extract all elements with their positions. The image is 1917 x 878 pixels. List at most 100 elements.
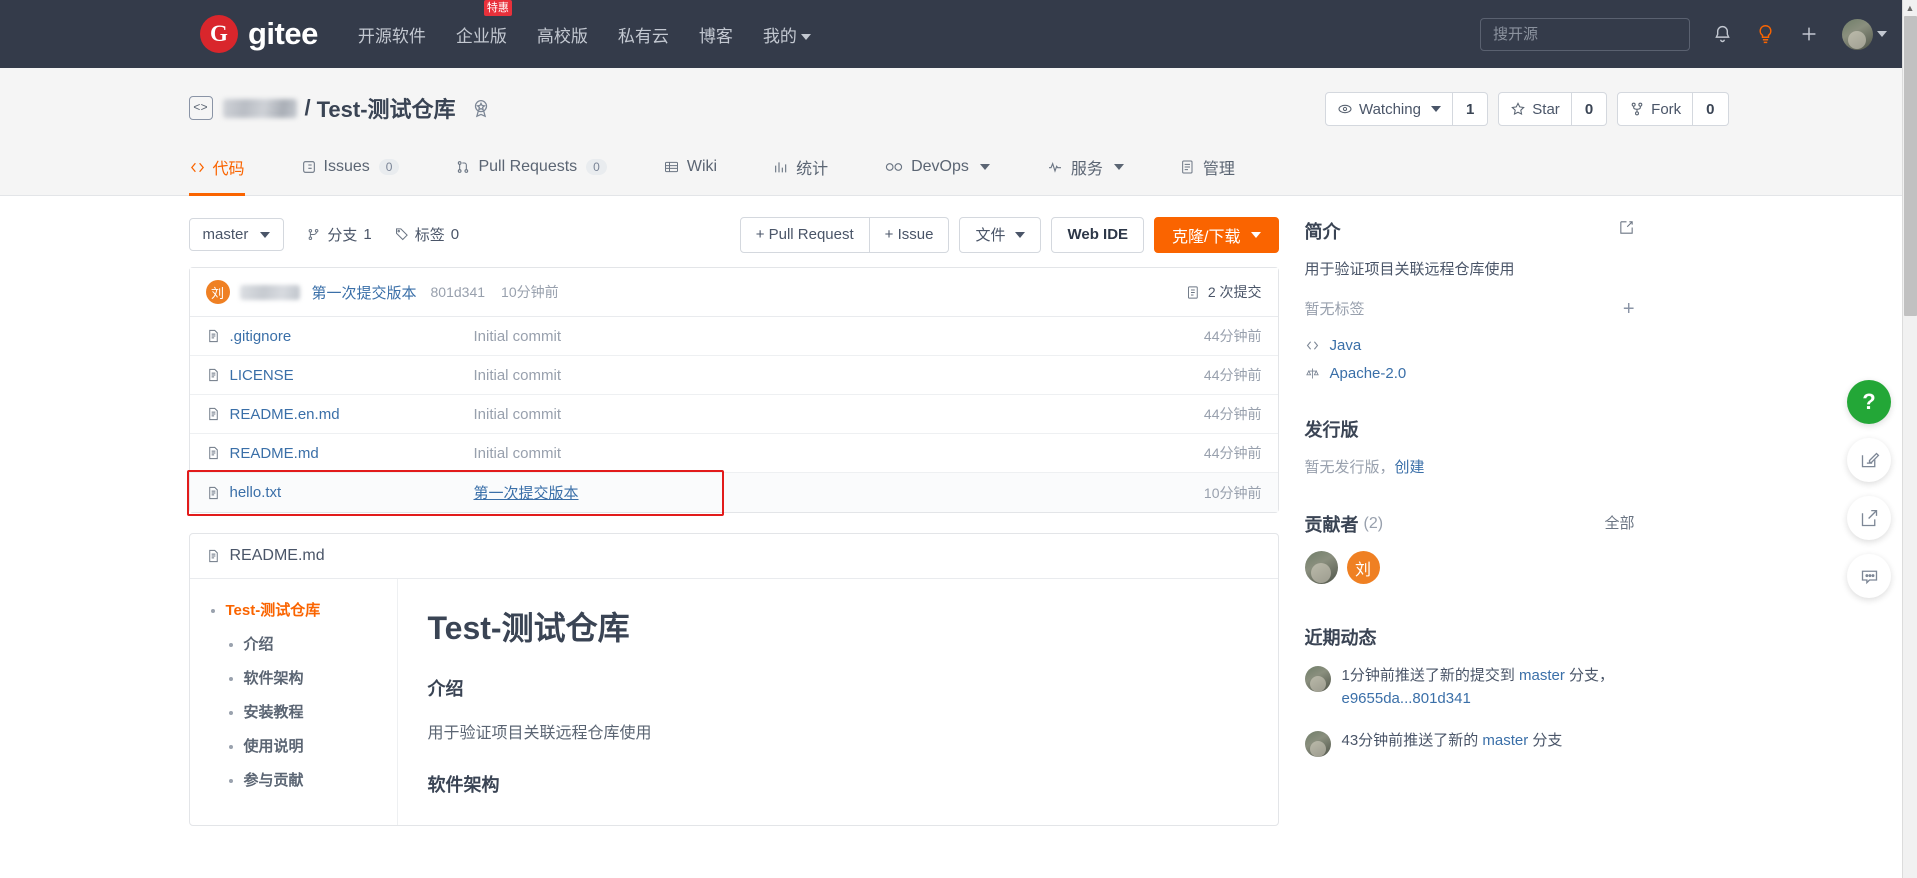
sidebar-license-row[interactable]: Apache-2.0 xyxy=(1305,365,1635,382)
avatar[interactable] xyxy=(1304,666,1331,692)
scrollbar-thumb[interactable] xyxy=(1904,16,1917,316)
toc-item[interactable]: 使用说明 xyxy=(244,735,397,756)
tags-link[interactable]: 标签 0 xyxy=(394,224,459,245)
file-browser-panel: 刘 第一次提交版本 801d341 10分钟前 2 次提交 .gitignore… xyxy=(186,267,1279,516)
sidebar-activity-heading: 近期动态 xyxy=(1304,628,1377,648)
lightbulb-icon[interactable] xyxy=(1755,23,1776,46)
plus-icon[interactable] xyxy=(1798,23,1820,45)
create-release-link[interactable]: 创建 xyxy=(1395,459,1425,476)
chevron-down-icon xyxy=(979,164,990,170)
page-title: Test-测试仓库 xyxy=(316,97,456,122)
gitee-logo[interactable]: G gitee xyxy=(200,15,318,53)
avatar[interactable] xyxy=(1304,730,1331,757)
table-row[interactable]: README.en.md Initial commit 44分钟前 xyxy=(189,395,1278,434)
file-name-cell: README.md xyxy=(206,445,474,462)
topnav-item-opensource[interactable]: 开源软件 xyxy=(358,16,426,53)
award-badge-icon[interactable] xyxy=(470,97,492,119)
sidebar-language-row[interactable]: Java xyxy=(1305,337,1635,354)
commit-author-redacted[interactable] xyxy=(239,284,300,300)
fork-button[interactable]: Fork xyxy=(1617,92,1694,126)
new-pull-request-button[interactable]: + Pull Request xyxy=(739,216,870,253)
topnav-item-mine[interactable]: 我的 xyxy=(763,16,811,53)
activity-branch-link[interactable]: master xyxy=(1482,732,1528,749)
topnav-item-label: 企业版 xyxy=(455,26,507,46)
share-external-icon[interactable] xyxy=(1847,496,1891,540)
repository-owner-redacted[interactable] xyxy=(222,98,297,118)
topnav-item-blog[interactable]: 博客 xyxy=(699,16,733,53)
new-issue-button[interactable]: + Issue xyxy=(869,216,950,253)
list-item: 1分钟前推送了新的提交到 master 分支， e9655da...801d341 xyxy=(1304,664,1635,711)
scroll-up-arrow-icon[interactable]: ▲ xyxy=(1903,0,1917,15)
toc-item[interactable]: 介绍 xyxy=(244,633,397,654)
file-link[interactable]: hello.txt xyxy=(230,484,282,501)
toc-item[interactable]: 安装教程 xyxy=(244,701,397,722)
table-row-highlighted[interactable]: hello.txt 第一次提交版本 10分钟前 xyxy=(186,470,1278,516)
table-row[interactable]: .gitignore Initial commit 44分钟前 xyxy=(189,317,1278,356)
commit-history-link[interactable]: 2 次提交 xyxy=(1186,282,1262,302)
tab-devops[interactable]: DevOps xyxy=(884,143,990,196)
tab-services[interactable]: 服务 xyxy=(1046,143,1124,196)
chevron-down-icon xyxy=(800,34,811,41)
latest-commit-sha[interactable]: 801d341 xyxy=(431,284,486,300)
star-count[interactable]: 0 xyxy=(1571,92,1608,126)
license-label: Apache-2.0 xyxy=(1329,365,1407,382)
file-link[interactable]: .gitignore xyxy=(230,328,292,345)
file-link[interactable]: README.en.md xyxy=(230,406,340,423)
activity-compare-link[interactable]: e9655da...801d341 xyxy=(1342,690,1471,707)
floating-action-rail: ? xyxy=(1847,380,1891,598)
topnav-item-enterprise[interactable]: 特惠 企业版 xyxy=(455,0,512,53)
avatar[interactable]: 刘 xyxy=(205,280,230,304)
toc-root-item[interactable]: Test-测试仓库 介绍 软件架构 安装教程 使用说明 参与贡献 xyxy=(226,599,397,790)
toc-item[interactable]: 软件架构 xyxy=(244,667,397,688)
user-avatar-menu[interactable] xyxy=(1842,18,1887,50)
watch-button[interactable]: Watching xyxy=(1324,92,1453,126)
releases-empty-row: 暂无发行版，创建 xyxy=(1305,456,1635,477)
edit-icon[interactable] xyxy=(1618,219,1635,240)
readme-title: Test-测试仓库 xyxy=(427,610,630,646)
search-input[interactable] xyxy=(1480,17,1690,51)
avatar[interactable]: 刘 xyxy=(1346,551,1380,584)
star-button[interactable]: Star xyxy=(1498,92,1572,126)
tab-statistics[interactable]: 统计 xyxy=(773,143,828,196)
help-question-icon[interactable]: ? xyxy=(1847,380,1891,424)
tab-code[interactable]: 代码 xyxy=(188,143,245,196)
web-ide-button[interactable]: Web IDE xyxy=(1051,216,1145,253)
activity-branch-link[interactable]: master xyxy=(1519,667,1565,684)
help-label: ? xyxy=(1862,389,1876,414)
gitee-logo-text: gitee xyxy=(248,16,318,51)
page-scrollbar[interactable]: ▲ xyxy=(1902,0,1917,878)
tab-issues[interactable]: Issues 0 xyxy=(301,143,400,196)
table-row[interactable]: README.md Initial commit 44分钟前 xyxy=(189,434,1278,473)
watch-count[interactable]: 1 xyxy=(1452,92,1489,126)
comment-icon[interactable] xyxy=(1847,554,1891,598)
topnav-item-privatecloud[interactable]: 私有云 xyxy=(618,16,669,53)
clone-download-button[interactable]: 克隆/下载 xyxy=(1154,216,1279,253)
files-menu-button[interactable]: 文件 xyxy=(959,216,1042,253)
language-label: Java xyxy=(1329,337,1362,354)
main-column: master 分支 1 标签 0 + Pull Request + Issue … xyxy=(186,196,1279,826)
file-commit-message-link[interactable]: 第一次提交版本 xyxy=(474,485,579,502)
file-link[interactable]: README.md xyxy=(230,445,319,462)
gitee-logo-mark: G xyxy=(200,15,238,53)
fork-count[interactable]: 0 xyxy=(1693,92,1729,126)
tab-manage[interactable]: 管理 xyxy=(1180,143,1235,196)
file-link[interactable]: LICENSE xyxy=(230,367,294,384)
repository-action-buttons: Watching 1 Star 0 Fork 0 xyxy=(1324,92,1729,126)
latest-commit-message[interactable]: 第一次提交版本 xyxy=(312,282,417,303)
toc-item[interactable]: 参与贡献 xyxy=(244,769,397,790)
topnav-item-campus[interactable]: 高校版 xyxy=(537,16,588,53)
branches-link[interactable]: 分支 1 xyxy=(306,224,372,245)
avatar[interactable] xyxy=(1304,551,1338,584)
tab-pull-requests[interactable]: Pull Requests 0 xyxy=(455,143,607,196)
contributors-view-all-link[interactable]: 全部 xyxy=(1604,512,1634,533)
table-row[interactable]: LICENSE Initial commit 44分钟前 xyxy=(189,356,1278,395)
bell-icon[interactable] xyxy=(1712,24,1733,45)
add-tag-plus-icon[interactable]: + xyxy=(1623,299,1635,319)
feedback-edit-icon[interactable] xyxy=(1847,438,1891,482)
file-commit-time: 44分钟前 xyxy=(1203,328,1262,344)
tab-wiki[interactable]: Wiki xyxy=(663,143,717,196)
scales-license-icon xyxy=(1305,366,1320,381)
branches-count: 1 xyxy=(363,226,372,243)
branch-selector[interactable]: master xyxy=(188,218,285,251)
breadcrumb-separator: / xyxy=(304,95,311,120)
